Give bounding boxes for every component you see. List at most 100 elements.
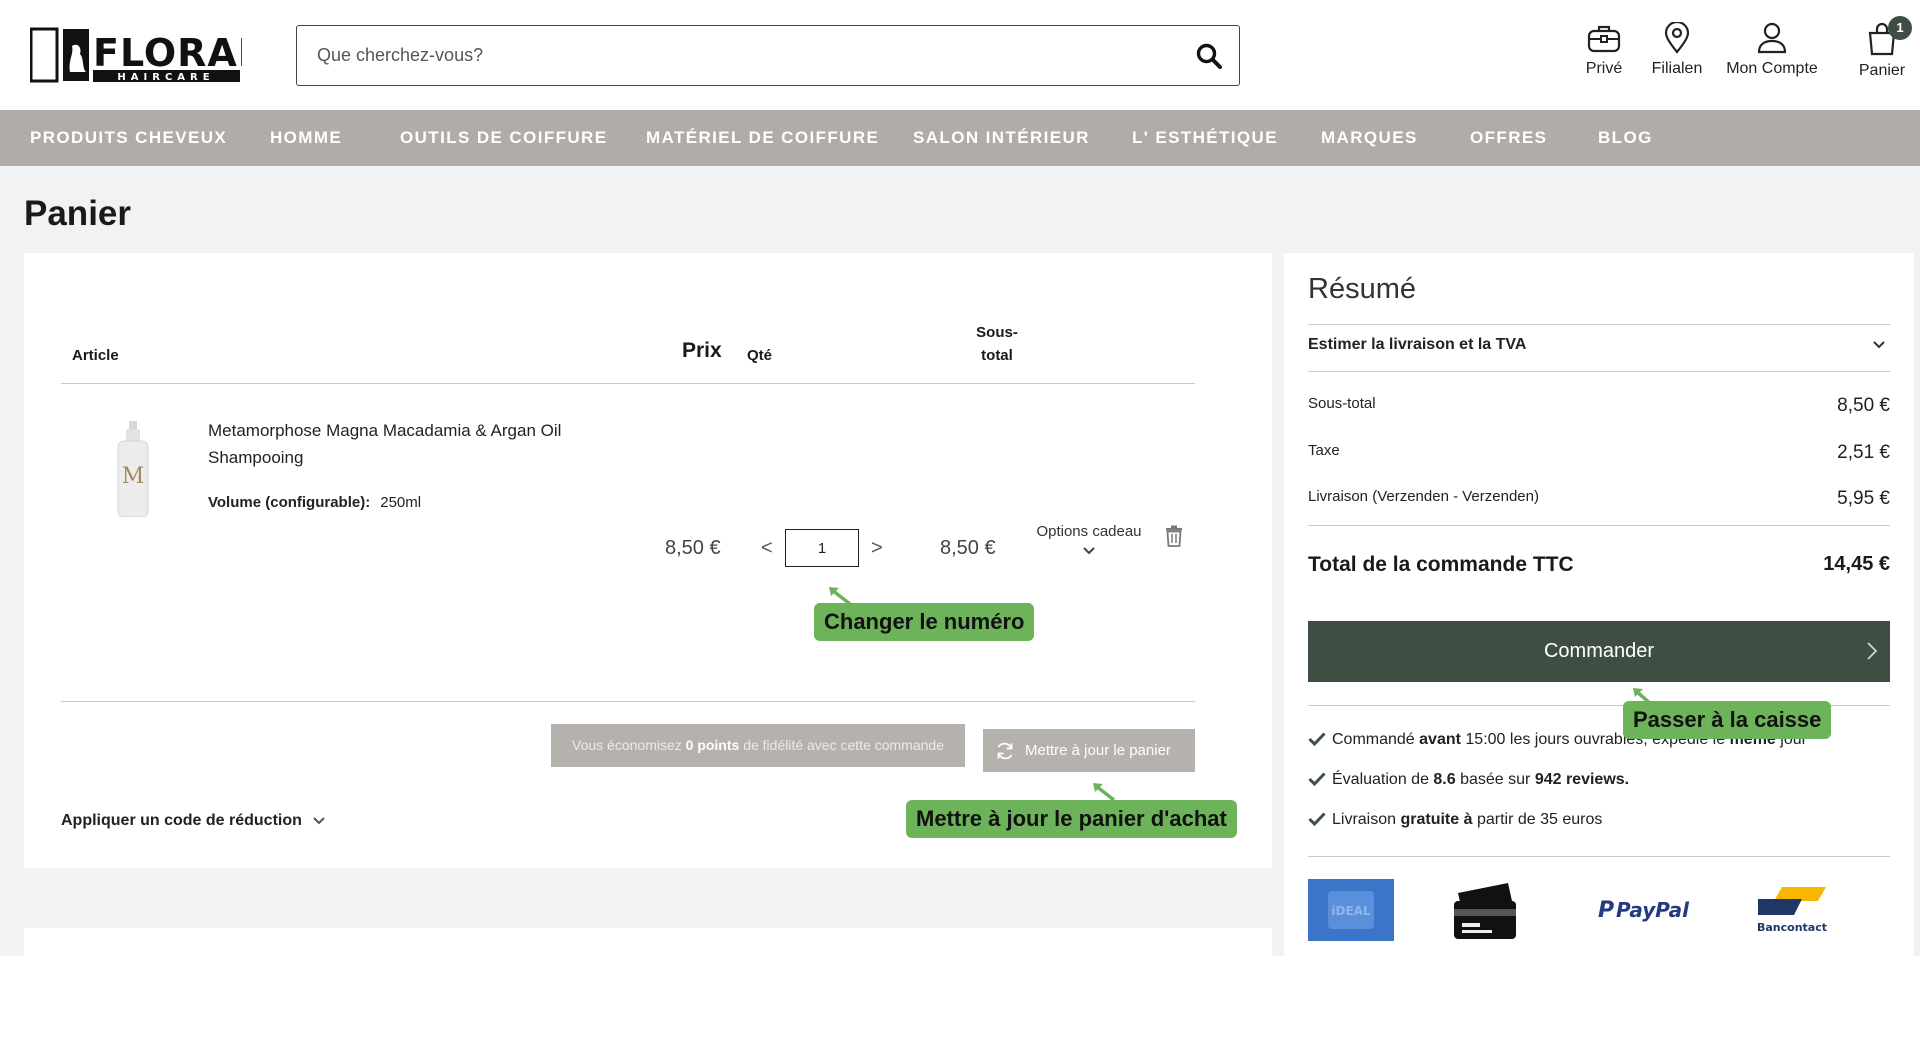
nav-outils-de-coiffure[interactable]: OUTILS DE COIFFURE [400, 110, 607, 166]
paypal-logo: P PayPal [1598, 898, 1690, 923]
qty-input[interactable] [785, 529, 859, 567]
paypal-logo-text: PayPal [1616, 898, 1690, 922]
estimate-shipping-label: Estimer la livraison et la TVA [1308, 336, 1527, 353]
order-summary-panel: Résumé Estimer la livraison et la TVA So… [1284, 253, 1914, 968]
account-link[interactable]: Mon Compte [1722, 22, 1822, 78]
nav-blog[interactable]: BLOG [1598, 110, 1653, 166]
nav-offres[interactable]: OFFRES [1470, 110, 1547, 166]
site-header: FLORALE HAIRCARE Privé [0, 0, 1920, 110]
svg-text:P: P [1598, 898, 1614, 923]
qty-increase-button[interactable]: > [871, 537, 883, 560]
location-pin-icon [1664, 22, 1690, 54]
nav-esthetique[interactable]: L' ESTHÉTIQUE [1132, 110, 1278, 166]
nav-homme[interactable]: HOMME [270, 110, 342, 166]
florale-logo[interactable]: FLORALE HAIRCARE [29, 24, 289, 86]
usp3-part2: gratuite à [1400, 811, 1473, 828]
header-divider [61, 383, 1195, 384]
cart-lower-panel [24, 928, 1272, 968]
usp3-part1: Livraison [1332, 811, 1401, 828]
header-price: Prix [682, 339, 722, 362]
summary-divider-estimate [1308, 371, 1890, 372]
loyalty-points-notice: Vous économisez 0 points de fidélité ave… [551, 724, 965, 767]
callout-update-cart: Mettre à jour le panier d'achat [906, 800, 1237, 838]
main-nav: PRODUITS CHEVEUX HOMME OUTILS DE COIFFUR… [0, 110, 1920, 166]
discount-code-toggle[interactable]: Appliquer un code de réduction [61, 812, 326, 830]
usp2-part2: 8.6 [1433, 771, 1456, 788]
checkout-button[interactable]: Commander [1308, 621, 1890, 682]
ideal-logo-text: iDEAL [1331, 904, 1371, 918]
nav-materiel-de-coiffure[interactable]: MATÉRIEL DE COIFFURE [646, 110, 879, 166]
checkout-label: Commander [1543, 640, 1655, 662]
tax-label: Taxe [1308, 442, 1340, 459]
prive-label: Privé [1585, 60, 1623, 77]
loyalty-text-post: de fidélité avec cette commande [739, 737, 944, 753]
prive-link[interactable]: Privé [1576, 22, 1632, 78]
callout-checkout: Passer à la caisse [1623, 701, 1832, 739]
loyalty-points: 0 points [685, 737, 740, 753]
callout-change-number: Changer le numéro [814, 603, 1035, 641]
user-icon [1757, 22, 1787, 54]
page-title: Panier [24, 194, 131, 233]
bank-card-icon [1454, 883, 1516, 939]
total-value: 14,45 € [1823, 553, 1890, 575]
checkmark-icon [1308, 732, 1326, 747]
nav-salon-interieur[interactable]: SALON INTÉRIEUR [913, 110, 1090, 166]
cart-link[interactable]: 1 Panier [1856, 16, 1912, 80]
summary-row-shipping: Livraison (Verzenden - Verzenden) 5,95 € [1308, 488, 1890, 509]
usp3-part3: partir de 35 euros [1472, 811, 1603, 828]
cart-label: Panier [1858, 62, 1906, 79]
filialen-link[interactable]: Filialen [1646, 22, 1708, 78]
chevron-right-icon [1867, 642, 1878, 660]
product-image[interactable]: M [112, 421, 154, 517]
checkmark-icon [1308, 772, 1326, 787]
cart-icon-wrap: 1 [1866, 16, 1912, 56]
loyalty-text-pre: Vous économisez [572, 737, 686, 753]
trash-icon[interactable] [1164, 525, 1184, 547]
header-subtotal-line1: Sous- [976, 324, 1018, 341]
usp2-part3: basée sur [1455, 771, 1535, 788]
chevron-down-icon [1083, 547, 1095, 555]
briefcase-icon [1587, 25, 1621, 53]
update-cart-button[interactable]: Mettre à jour le panier [983, 729, 1195, 772]
summary-divider-top [1308, 324, 1890, 325]
usp-rating: Évaluation de 8.6 basée sur 942 reviews. [1308, 771, 1629, 789]
item-price: 8,50 € [665, 537, 721, 559]
ideal-logo: iDEAL [1308, 879, 1394, 941]
header-qty: Qté [747, 347, 773, 364]
usp-free-shipping: Livraison gratuite à partir de 35 euros [1308, 811, 1602, 829]
shipping-value: 5,95 € [1837, 488, 1890, 509]
gift-options-toggle[interactable]: Options cadeau [1034, 523, 1144, 556]
usp2-part4: 942 reviews. [1534, 771, 1630, 788]
cart-table-panel: Article Prix Qté Sous- total M Metamorph… [24, 253, 1272, 868]
usp1-part2: avant [1419, 731, 1461, 748]
header-subtotal: Sous- total [954, 321, 1040, 367]
usp2-part1: Évaluation de [1332, 771, 1434, 788]
subtotal-value: 8,50 € [1837, 395, 1890, 416]
nav-produits-cheveux[interactable]: PRODUITS CHEVEUX [30, 110, 227, 166]
product-variant: Volume (configurable): 250ml [208, 494, 421, 511]
refresh-icon [997, 742, 1013, 760]
summary-title: Résumé [1308, 273, 1416, 305]
qty-decrease-button[interactable]: < [761, 537, 773, 560]
total-label: Total de la commande TTC [1308, 553, 1574, 576]
svg-text:FLORALE: FLORALE [93, 31, 242, 75]
svg-text:M: M [122, 464, 145, 489]
estimate-shipping-toggle[interactable]: Estimer la livraison et la TVA [1308, 336, 1890, 354]
summary-divider-total [1308, 525, 1890, 526]
variant-label: Volume (configurable): [208, 494, 371, 511]
search-icon[interactable] [1195, 42, 1223, 70]
filialen-label: Filialen [1651, 60, 1703, 77]
search-bar [296, 25, 1240, 86]
subtotal-label: Sous-total [1308, 395, 1376, 412]
chevron-down-icon [313, 817, 326, 825]
checkmark-icon [1308, 812, 1326, 827]
product-name[interactable]: Metamorphose Magna Macadamia & Argan Oil… [208, 417, 628, 471]
summary-row-tax: Taxe 2,51 € [1308, 442, 1890, 463]
header-subtotal-line2: total [981, 347, 1013, 364]
discount-code-label: Appliquer un code de réduction [61, 812, 302, 829]
nav-marques[interactable]: MARQUES [1321, 110, 1418, 166]
bancontact-logo-text: Bancontact [1757, 921, 1827, 934]
search-input[interactable] [317, 26, 1177, 84]
header-article: Article [72, 347, 119, 364]
chevron-down-icon [1873, 341, 1885, 349]
